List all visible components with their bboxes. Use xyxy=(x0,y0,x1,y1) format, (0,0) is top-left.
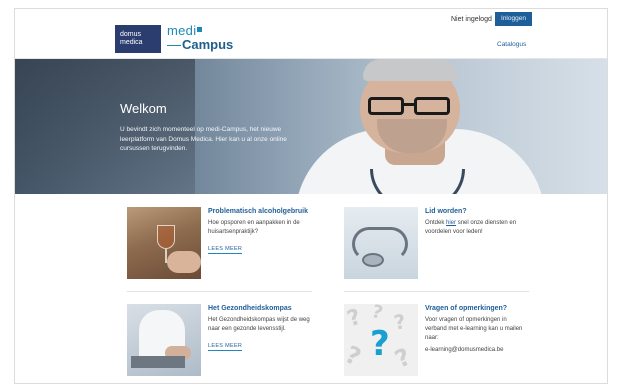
logo-medi-text: medi xyxy=(167,23,203,38)
card-text: Het Gezondheidskompas wijst de weg naar … xyxy=(208,317,310,332)
card-alcohol: Problematisch alcoholgebruik Hoe opspore… xyxy=(127,207,312,289)
card-title[interactable]: Het Gezondheidskompas xyxy=(208,304,312,313)
card-title[interactable]: Vragen of opmerkingen? xyxy=(425,304,529,313)
doctor-laptop-image[interactable] xyxy=(127,304,201,376)
card-text-before: Ontdek xyxy=(425,220,447,226)
login-button[interactable]: Inloggen xyxy=(495,12,532,26)
card-body: Problematisch alcoholgebruik Hoe opspore… xyxy=(208,207,312,255)
laptop-icon xyxy=(131,356,185,368)
question-mark-icon: ? xyxy=(344,304,365,333)
card-body: Het Gezondheidskompas Het Gezondheidskom… xyxy=(208,304,312,352)
card-compass: Het Gezondheidskompas Het Gezondheidskom… xyxy=(127,304,312,383)
card-title[interactable]: Problematisch alcoholgebruik xyxy=(208,207,312,216)
glasses-lens-left xyxy=(368,97,404,115)
card-text: Voor vragen of opmerkingen in verband me… xyxy=(425,317,523,341)
wine-glass-image[interactable] xyxy=(127,207,201,279)
card-text: Hoe opsporen en aanpakken in de huisarts… xyxy=(208,220,300,235)
contact-email[interactable]: e-learning@domusmedica.be xyxy=(425,346,529,355)
question-mark-icon: ? xyxy=(370,324,390,364)
card-divider xyxy=(344,383,529,384)
logo-medica-text: medica xyxy=(120,39,143,46)
question-mark-icon: ? xyxy=(392,309,408,335)
card-text: Ontdek hier snel onze diensten en voorde… xyxy=(425,219,529,237)
card-membership: Lid worden? Ontdek hier snel onze dienst… xyxy=(344,207,529,289)
hero-banner: Welkom U bevindt zich momenteel op medi-… xyxy=(15,59,607,194)
card-questions: ? ? ? ? ? ? Vragen of opmerkingen? Voor … xyxy=(344,304,529,383)
catalogus-link[interactable]: Catalogus xyxy=(497,41,526,48)
hero-title: Welkom xyxy=(120,101,167,116)
card-body: Lid worden? Ontdek hier snel onze dienst… xyxy=(425,207,529,237)
question-marks-image[interactable]: ? ? ? ? ? ? xyxy=(344,304,418,376)
glasses-lens-right xyxy=(414,97,450,115)
hand-image xyxy=(167,251,201,273)
browser-frame: domus medica medi Campus Niet ingelogd I… xyxy=(14,8,608,384)
logo-domus-text: domus xyxy=(120,31,142,38)
wine-glass-icon xyxy=(157,225,175,249)
card-divider xyxy=(127,383,312,384)
card-title[interactable]: Lid worden? xyxy=(425,207,529,216)
doctor-hair-image xyxy=(363,59,458,81)
logo-square-icon xyxy=(197,27,203,32)
login-status: Niet ingelogd xyxy=(451,16,492,23)
site-header: domus medica medi Campus Niet ingelogd I… xyxy=(15,9,607,59)
stethoscope-bell-icon xyxy=(362,253,384,267)
glasses-bridge xyxy=(404,103,414,106)
logo-campus-text: Campus xyxy=(182,37,234,52)
stethoscope-image[interactable] xyxy=(344,207,418,279)
read-more-link[interactable]: LEES MEER xyxy=(208,246,243,254)
logo-line xyxy=(167,45,181,46)
read-more-link[interactable]: LEES MEER xyxy=(208,343,243,351)
card-body: Vragen of opmerkingen? Voor vragen of op… xyxy=(425,304,529,355)
question-mark-icon: ? xyxy=(390,342,416,374)
card-divider xyxy=(344,291,529,292)
domus-medica-logo[interactable]: domus medica xyxy=(115,25,161,53)
card-divider xyxy=(127,291,312,292)
logo-medi-word: medi xyxy=(167,23,197,38)
question-mark-icon: ? xyxy=(344,340,366,372)
here-link[interactable]: hier xyxy=(446,220,456,226)
medi-campus-logo[interactable]: medi Campus xyxy=(167,23,233,52)
glasses-icon xyxy=(368,97,458,119)
hero-text: U bevindt zich momenteel op medi-Campus,… xyxy=(120,126,287,152)
question-mark-icon: ? xyxy=(369,304,385,324)
stethoscope-icon xyxy=(370,169,465,194)
